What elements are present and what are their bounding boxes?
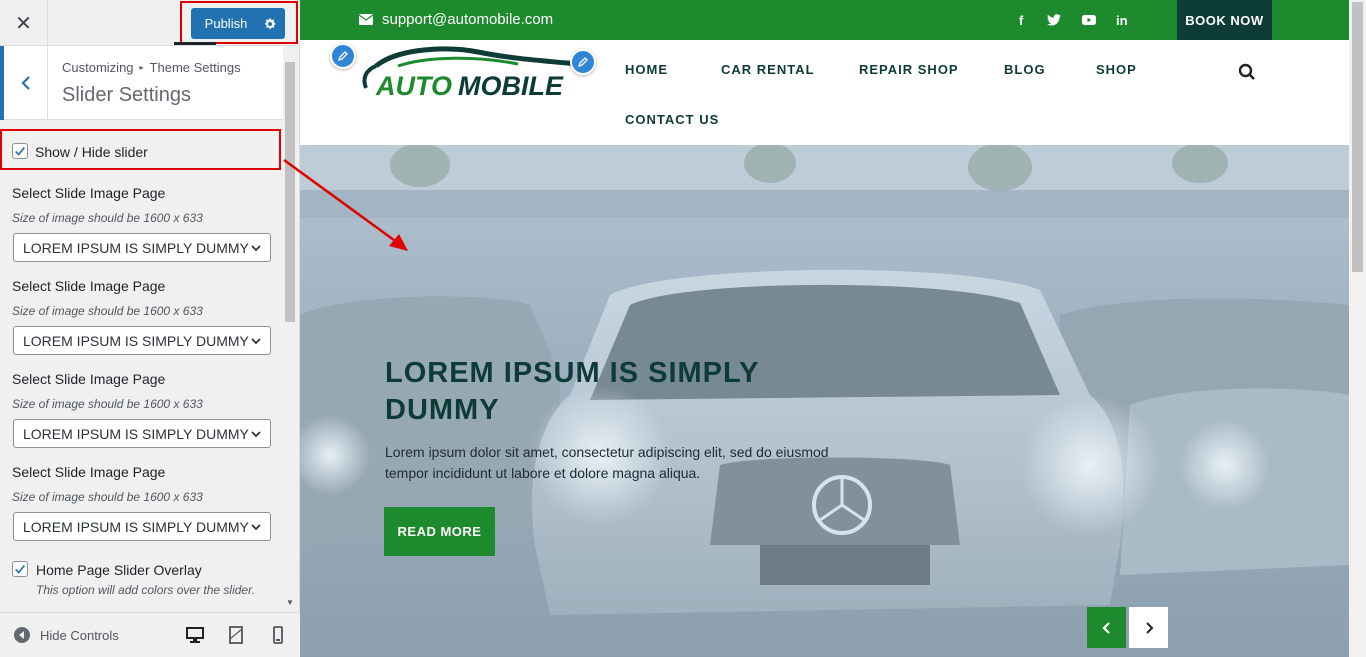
- publish-button[interactable]: Publish: [191, 8, 285, 39]
- mobile-preview-icon[interactable]: [268, 625, 288, 645]
- chevron-left-icon: [20, 76, 30, 90]
- show-hide-slider-label: Show / Hide slider: [35, 144, 148, 160]
- slide-1-page-select[interactable]: LOREM IPSUM IS SIMPLY DUMMY: [13, 233, 271, 262]
- slider-overlay-label: Home Page Slider Overlay: [36, 562, 202, 578]
- chevron-down-icon: [251, 338, 261, 345]
- auto-mobile-logo[interactable]: AUTO MOBILE: [358, 44, 598, 102]
- chevron-down-icon: [251, 431, 261, 438]
- scroll-down-arrow-icon[interactable]: ▼: [286, 598, 294, 607]
- chevron-left-icon: [1101, 621, 1110, 634]
- slide-3-page-select[interactable]: LOREM IPSUM IS SIMPLY DUMMY: [13, 419, 271, 448]
- slide-4-page-select[interactable]: LOREM IPSUM IS SIMPLY DUMMY: [13, 512, 271, 541]
- nav-shop[interactable]: SHOP: [1096, 62, 1137, 77]
- publish-settings-gear-icon[interactable]: [255, 8, 285, 39]
- top-bar: support@automobile.com f in BOOK NOW: [300, 0, 1349, 40]
- nav-contact-us[interactable]: CONTACT US: [625, 112, 719, 127]
- site-preview: support@automobile.com f in BOOK NOW AUT…: [300, 0, 1366, 657]
- slide-3-select-value: LOREM IPSUM IS SIMPLY DUMMY: [23, 425, 249, 442]
- breadcrumb: Customizing ▸ Theme Settings: [62, 60, 241, 75]
- preview-scrollbar-thumb[interactable]: [1352, 2, 1363, 272]
- show-hide-slider-checkbox[interactable]: [12, 143, 28, 159]
- customizer-footer: Hide Controls: [0, 612, 300, 657]
- email-text: support@automobile.com: [382, 11, 554, 28]
- slide-2-page-select[interactable]: LOREM IPSUM IS SIMPLY DUMMY: [13, 326, 271, 355]
- slider-overlay-desc: This option will add colors over the sli…: [36, 583, 255, 597]
- chevron-down-icon: [251, 524, 261, 531]
- nav-repair-shop[interactable]: REPAIR SHOP: [859, 62, 959, 77]
- slider-overlay-checkbox[interactable]: [12, 561, 28, 577]
- publish-label: Publish: [204, 16, 248, 31]
- close-customizer-button[interactable]: ✕: [0, 0, 48, 46]
- youtube-icon[interactable]: [1082, 15, 1096, 25]
- logo-text-mobile: MOBILE: [458, 71, 564, 101]
- slide-2-desc: Size of image should be 1600 x 633: [12, 304, 203, 318]
- checkmark-icon: [15, 146, 26, 156]
- book-now-button[interactable]: BOOK NOW: [1177, 0, 1272, 40]
- envelope-icon: [359, 14, 373, 25]
- slide-1-desc: Size of image should be 1600 x 633: [12, 211, 203, 225]
- slider-prev-button[interactable]: [1087, 607, 1126, 648]
- hero-slider: LOREM IPSUM IS SIMPLY DUMMY Lorem ipsum …: [300, 145, 1349, 657]
- breadcrumb-root: Customizing: [62, 60, 134, 75]
- section-header: Customizing ▸ Theme Settings Slider Settin…: [0, 46, 283, 120]
- email-link[interactable]: support@automobile.com: [359, 11, 553, 28]
- slide-4-select-value: LOREM IPSUM IS SIMPLY DUMMY: [23, 518, 249, 535]
- slide-1-title: Select Slide Image Page: [12, 185, 166, 201]
- slide-1-select-value: LOREM IPSUM IS SIMPLY DUMMY: [23, 239, 249, 256]
- nav-home[interactable]: HOME: [625, 62, 668, 77]
- edit-logo-pencil-icon[interactable]: [330, 43, 356, 69]
- nav-car-rental[interactable]: CAR RENTAL: [721, 62, 815, 77]
- slide-2-title: Select Slide Image Page: [12, 278, 166, 294]
- breadcrumb-separator-icon: ▸: [139, 63, 144, 72]
- slide-3-desc: Size of image should be 1600 x 633: [12, 397, 203, 411]
- preview-scrollbar[interactable]: [1349, 0, 1366, 657]
- tablet-preview-icon[interactable]: [226, 625, 246, 645]
- read-more-button[interactable]: READ MORE: [384, 507, 495, 556]
- facebook-icon[interactable]: f: [1019, 13, 1023, 28]
- site-header: AUTO MOBILE HOME CAR RENTAL REPAIR SHOP …: [300, 40, 1349, 145]
- back-button[interactable]: [0, 46, 48, 120]
- section-title: Slider Settings: [62, 84, 191, 106]
- checkmark-icon: [15, 564, 26, 574]
- slide-2-select-value: LOREM IPSUM IS SIMPLY DUMMY: [23, 332, 249, 349]
- slide-4-title: Select Slide Image Page: [12, 464, 166, 480]
- breadcrumb-parent: Theme Settings: [149, 60, 241, 75]
- hide-controls-label: Hide Controls: [40, 627, 119, 643]
- collapse-arrow-icon: [14, 627, 30, 643]
- publish-highlight-box: Publish: [180, 1, 298, 44]
- chevron-right-icon: [1145, 621, 1153, 634]
- chevron-down-icon: [251, 245, 261, 252]
- slide-4-desc: Size of image should be 1600 x 633: [12, 490, 203, 504]
- linkedin-icon[interactable]: in: [1116, 13, 1128, 28]
- slide-3-title: Select Slide Image Page: [12, 371, 166, 387]
- active-device-indicator: [174, 42, 216, 45]
- slider-text: Lorem ipsum dolor sit amet, consectetur …: [385, 444, 829, 481]
- close-icon: ✕: [15, 12, 32, 35]
- sidebar-scrollbar-thumb[interactable]: [285, 62, 295, 322]
- slider-title: LOREM IPSUM IS SIMPLY DUMMY: [385, 357, 759, 426]
- customizer-header-actions: ✕ Publish: [0, 0, 300, 46]
- desktop-preview-icon[interactable]: [185, 625, 205, 645]
- nav-blog[interactable]: BLOG: [1004, 62, 1046, 77]
- logo-text-auto: AUTO: [375, 71, 452, 101]
- sidebar-scrollbar[interactable]: [283, 62, 297, 610]
- edit-menu-pencil-icon[interactable]: [570, 49, 596, 75]
- hide-controls-button[interactable]: Hide Controls: [14, 627, 119, 643]
- customizer-sidebar: ✕ Publish Customizing ▸ Theme Settings Sli…: [0, 0, 300, 657]
- twitter-icon[interactable]: [1047, 14, 1061, 26]
- search-icon[interactable]: [1238, 63, 1256, 81]
- slider-next-button[interactable]: [1129, 607, 1168, 648]
